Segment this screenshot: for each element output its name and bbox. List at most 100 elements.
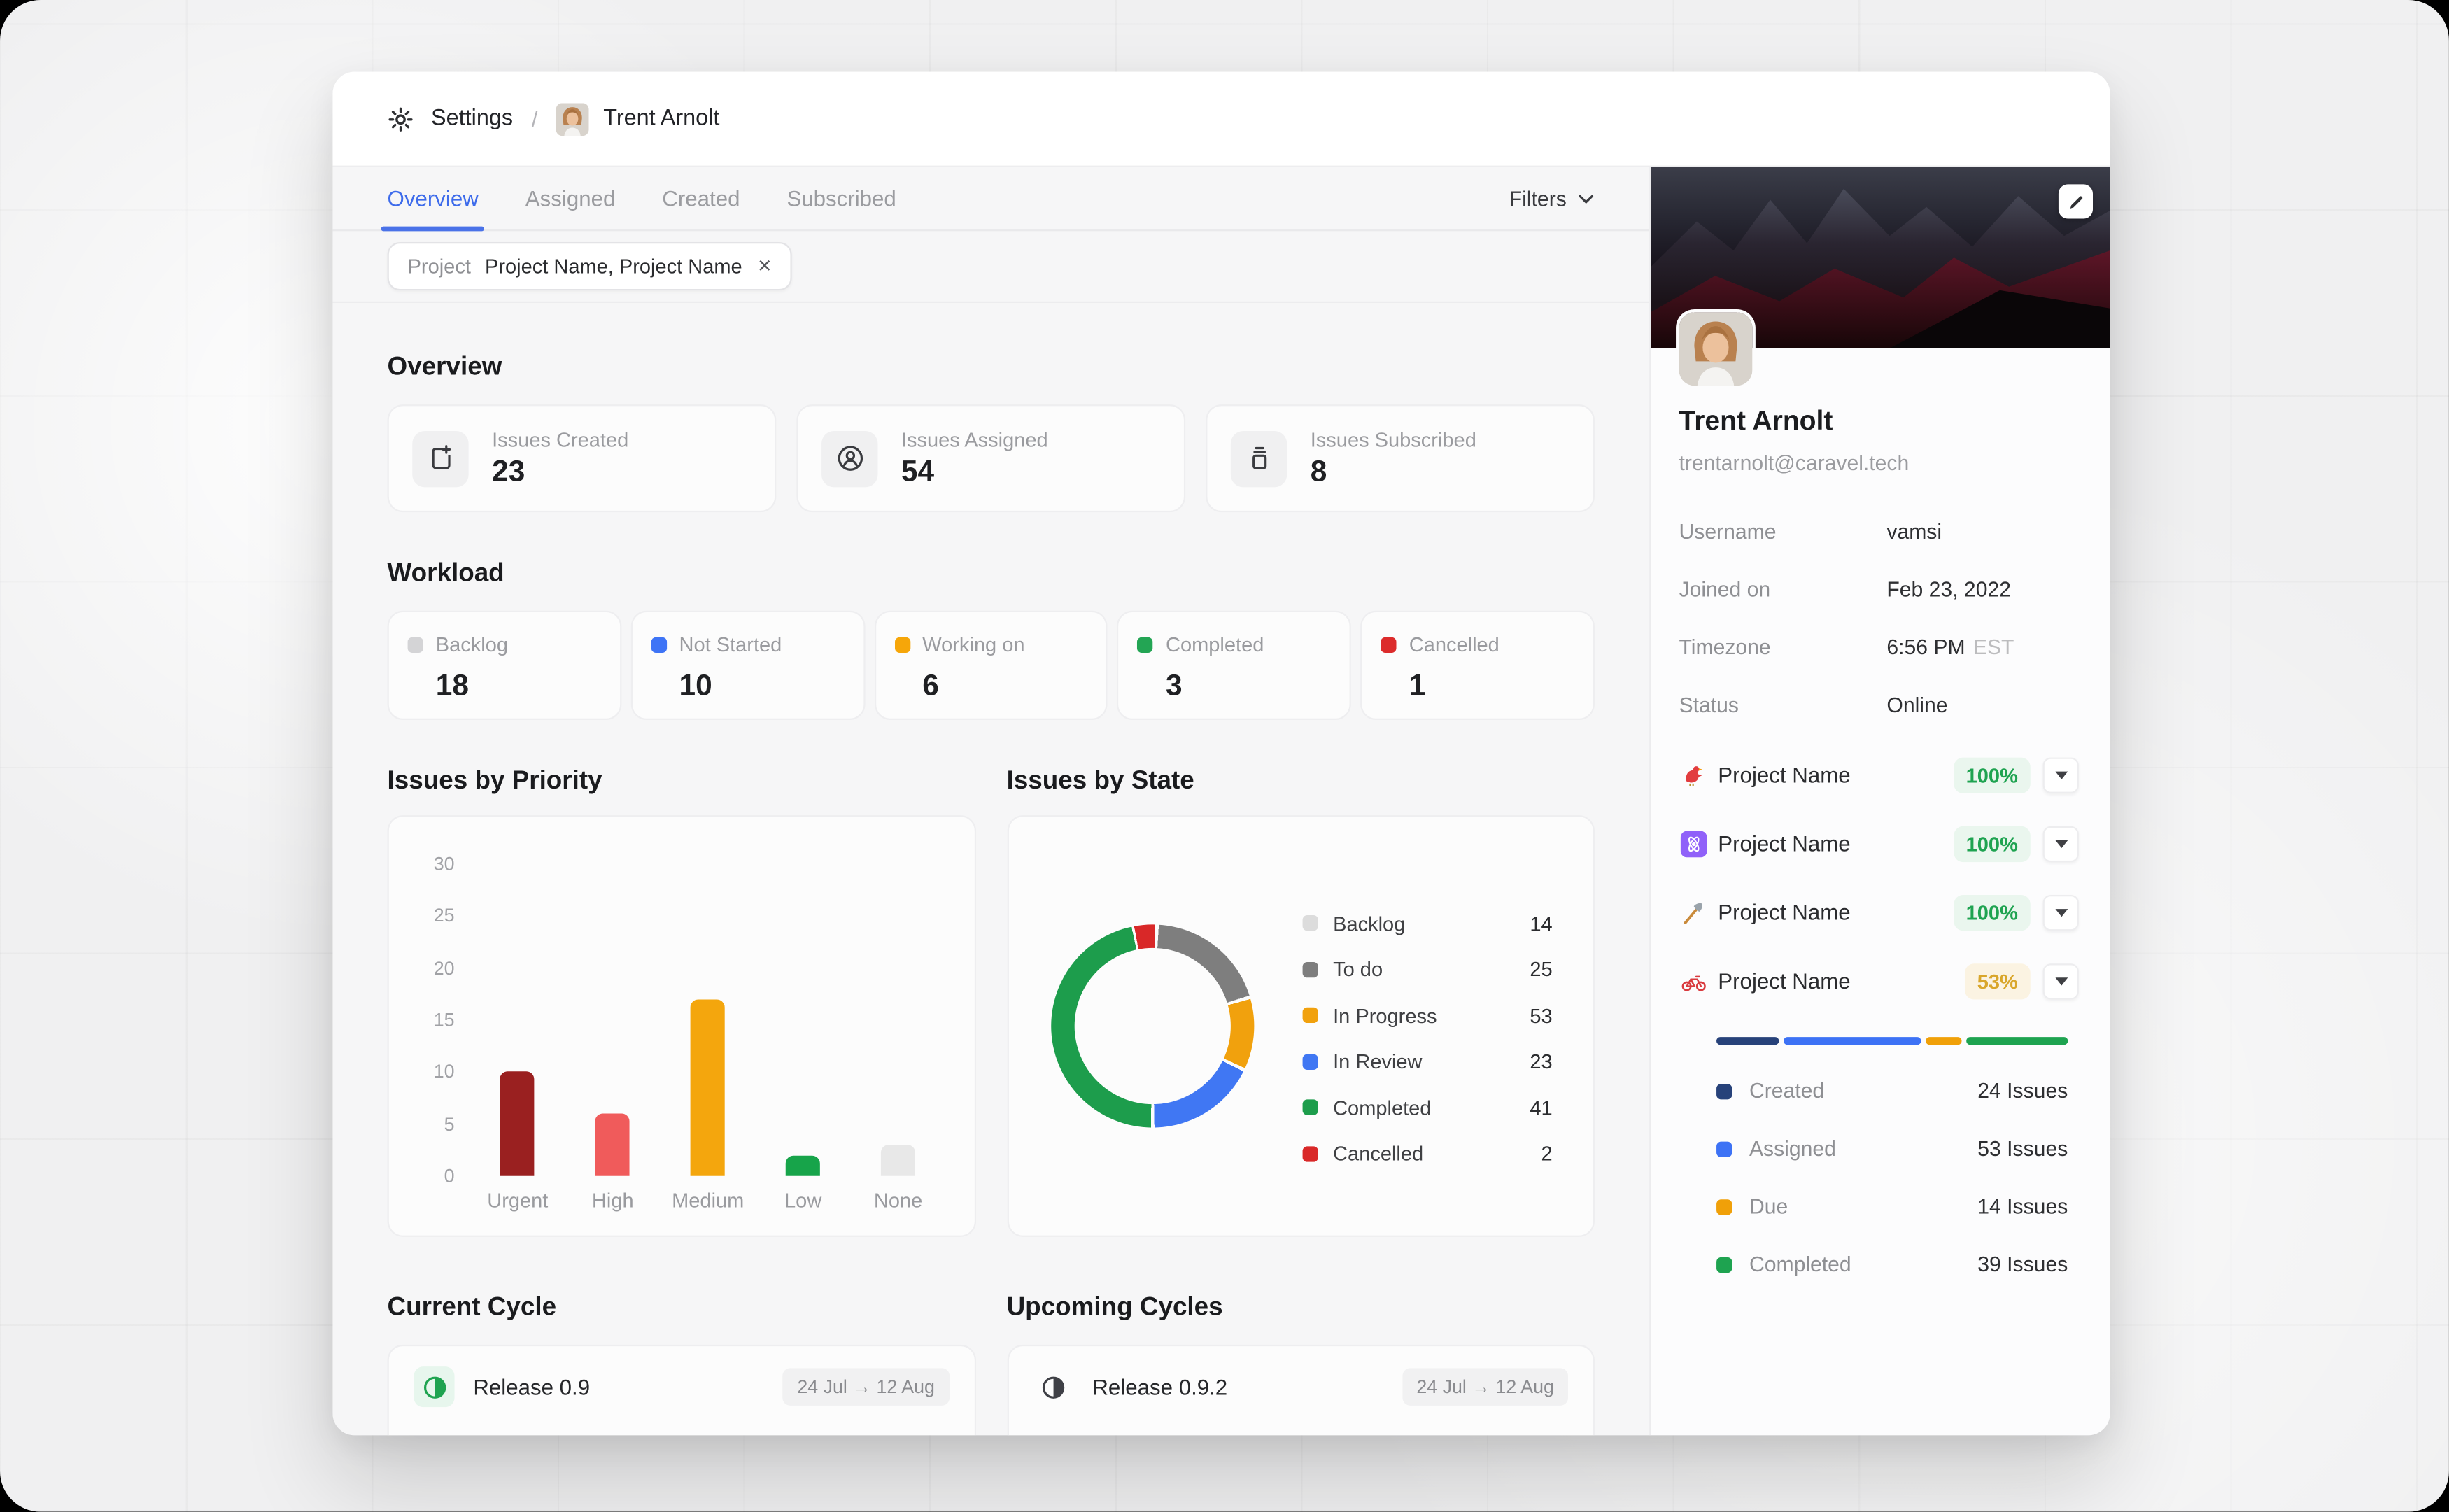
project-name: Project Name <box>1718 900 1850 925</box>
card-label: Issues Assigned <box>901 427 1048 450</box>
priority-bar <box>881 1145 915 1176</box>
project-row[interactable]: Project Name100% <box>1679 823 2079 863</box>
pencil-icon <box>2067 193 2084 211</box>
profile-sidebar: Trent Arnolt trentarnolt@caravel.tech Us… <box>1649 167 2110 1435</box>
issues-by-priority-chart: 051015202530 UrgentHighMediumLowNone <box>388 815 975 1237</box>
legend-label: In Review <box>1333 1050 1422 1073</box>
applied-filters-row: Project Project Name, Project Name × <box>332 231 1649 303</box>
cycle-progress-icon <box>1033 1366 1074 1407</box>
legend-swatch <box>1301 915 1317 931</box>
cycle-name: Release 0.9 <box>473 1374 590 1399</box>
project-progress-badge: 100% <box>1954 756 2031 792</box>
breadcrumb-settings[interactable]: Settings <box>431 106 513 132</box>
upcoming-cycle-card[interactable]: Release 0.9.2 24 Jul → 12 Aug <box>1007 1345 1595 1435</box>
stat-value: 39 Issues <box>1977 1252 2068 1276</box>
stat-swatch <box>1716 1257 1732 1272</box>
tab-created[interactable]: Created <box>662 167 740 229</box>
tab-assigned[interactable]: Assigned <box>525 167 616 229</box>
x-tick-label: High <box>565 1189 661 1212</box>
atom-emoji <box>1679 829 1707 857</box>
bar-column <box>565 863 661 1175</box>
edit-profile-button[interactable] <box>2059 184 2093 218</box>
workload-value: 6 <box>922 670 1087 705</box>
legend-value: 2 <box>1541 1142 1553 1165</box>
priority-bar <box>786 1155 820 1176</box>
overview-section-title: Overview <box>388 353 1595 382</box>
legend-row: In Progress53 <box>1301 1000 1552 1031</box>
caret-down-icon <box>2054 840 2067 847</box>
legend-swatch <box>1301 1099 1317 1115</box>
workload-value: 18 <box>436 670 601 705</box>
state-donut <box>1050 924 1253 1127</box>
legend-label: In Progress <box>1333 1003 1437 1026</box>
filter-key: Project <box>408 255 471 278</box>
legend-swatch <box>1301 1008 1317 1023</box>
legend-row: Backlog14 <box>1301 907 1552 939</box>
card-value: 8 <box>1311 455 1476 490</box>
project-row[interactable]: Project Name53% <box>1679 961 2079 1001</box>
breadcrumb: Settings / Trent Arnolt <box>332 72 2110 167</box>
workload-card: Backlog 18 <box>388 611 621 720</box>
state-chart-title: Issues by State <box>1007 767 1595 796</box>
project-row[interactable]: Project Name 100% <box>1679 892 2079 933</box>
filters-button[interactable]: Filters <box>1509 187 1595 210</box>
cycle-dates: 24 Jul → 12 Aug <box>1402 1368 1568 1406</box>
legend-label: Backlog <box>1333 911 1405 934</box>
main-scroll-area[interactable]: Overview Issues Created 23 <box>332 303 1649 1435</box>
priority-bar <box>595 1113 630 1175</box>
issues-created-card: Issues Created 23 <box>388 404 777 512</box>
tab-overview[interactable]: Overview <box>388 167 479 229</box>
breadcrumb-user[interactable]: Trent Arnolt <box>603 106 719 132</box>
progress-segment <box>1967 1037 2068 1045</box>
caret-down-icon <box>2054 977 2067 984</box>
workload-cards: Backlog18Not Started10Working on6Complet… <box>388 611 1595 720</box>
workload-value: 10 <box>679 670 845 705</box>
workload-section-title: Workload <box>388 559 1595 588</box>
legend-swatch <box>1301 961 1317 977</box>
stat-label: Assigned <box>1749 1137 1836 1160</box>
project-expand-button[interactable] <box>2043 963 2079 998</box>
workload-label: Working on <box>922 633 1024 656</box>
stat-label: Completed <box>1749 1252 1851 1276</box>
state-legend: Backlog14To do25In Progress53In Review23… <box>1301 907 1552 1169</box>
legend-row: Completed41 <box>1301 1091 1552 1123</box>
issue-created-icon <box>412 430 468 486</box>
y-tick-label: 15 <box>434 1009 455 1031</box>
bar-column <box>756 863 851 1175</box>
x-axis-labels: UrgentHighMediumLowNone <box>470 1189 946 1212</box>
status-color-swatch <box>651 637 666 652</box>
project-filter-chip[interactable]: Project Project Name, Project Name × <box>388 242 792 290</box>
project-progress-badge: 100% <box>1954 894 2031 930</box>
priority-bar <box>500 1072 535 1176</box>
project-expand-button[interactable] <box>2043 826 2079 861</box>
tab-subscribed[interactable]: Subscribed <box>786 167 896 229</box>
x-tick-label: Medium <box>661 1189 756 1212</box>
issues-by-state-chart: Backlog14To do25In Progress53In Review23… <box>1007 815 1595 1237</box>
priority-bar <box>691 999 725 1176</box>
workload-label: Backlog <box>436 633 508 656</box>
legend-label: To do <box>1333 957 1383 980</box>
current-cycle-card[interactable]: Release 0.9 24 Jul → 12 Aug <box>388 1345 975 1435</box>
x-tick-label: Urgent <box>470 1189 565 1212</box>
stat-label: Created <box>1749 1079 1824 1102</box>
close-icon[interactable]: × <box>758 255 772 278</box>
y-tick-label: 0 <box>444 1165 455 1187</box>
bar-column <box>661 863 756 1175</box>
avatar[interactable] <box>1679 312 1753 386</box>
bar-column <box>851 863 946 1175</box>
bar-column <box>470 863 565 1175</box>
workload-card: Working on 6 <box>874 611 1108 720</box>
stat-row: Assigned53 Issues <box>1716 1134 2068 1164</box>
legend-row: Cancelled2 <box>1301 1138 1552 1169</box>
issue-subscribed-icon <box>1231 430 1287 486</box>
project-row[interactable]: Project Name100% <box>1679 754 2079 795</box>
workload-label: Not Started <box>679 633 782 656</box>
project-expand-button[interactable] <box>2043 756 2079 792</box>
project-expand-button[interactable] <box>2043 894 2079 930</box>
workload-card: Cancelled1 <box>1361 611 1595 720</box>
priority-chart-title: Issues by Priority <box>388 767 975 796</box>
legend-value: 23 <box>1530 1050 1552 1073</box>
donut-hole <box>1074 948 1230 1104</box>
workload-card: Not Started 10 <box>630 611 864 720</box>
cycle-progress-icon <box>414 1366 455 1407</box>
